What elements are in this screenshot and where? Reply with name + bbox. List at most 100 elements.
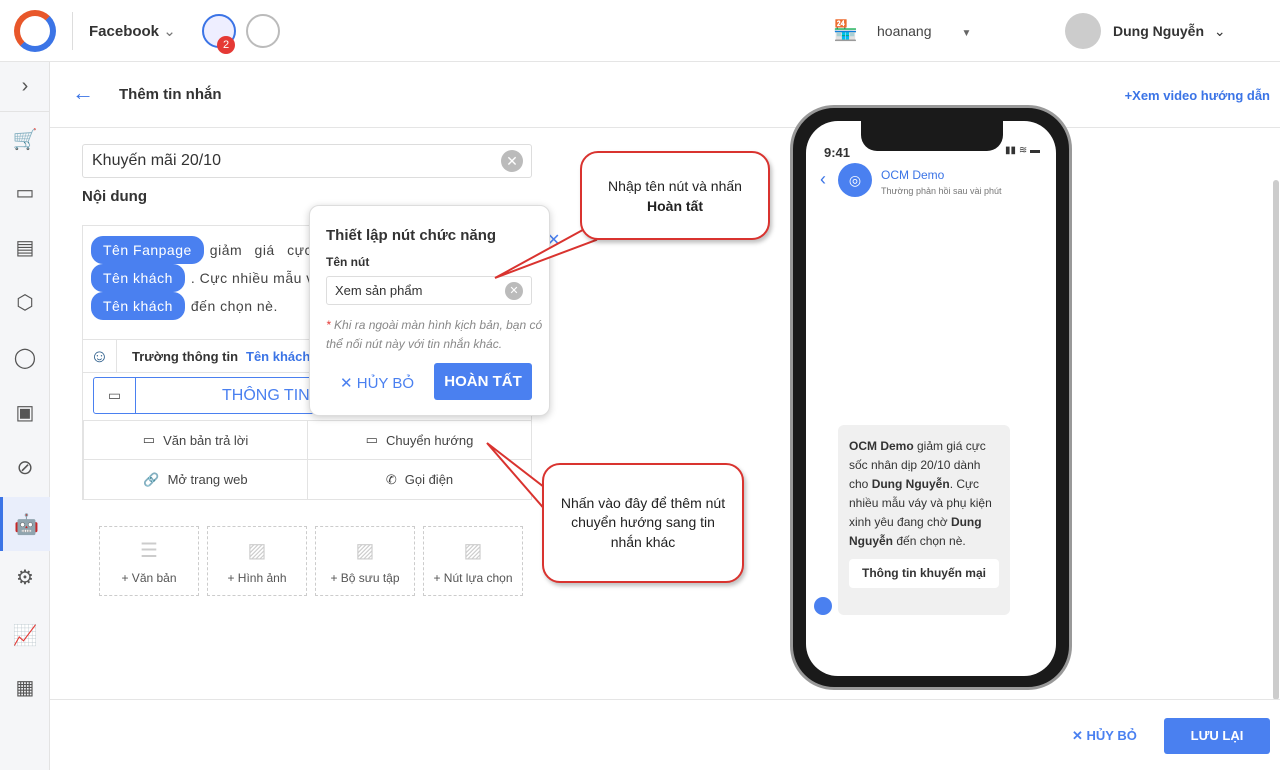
bot-icon[interactable]: 🤖 <box>0 497 50 551</box>
footer: ✕ HỦY BỎ LƯU LẠI <box>50 699 1280 770</box>
expand-chevron-icon[interactable]: › <box>0 62 50 112</box>
action-label: Chuyển hướng <box>385 432 474 448</box>
action-label: Gọi điện <box>404 472 454 487</box>
add-label: + Nút lựa chọn <box>433 570 513 585</box>
button-name-label: Tên nút <box>326 255 370 269</box>
field-label: Trường thông tin <box>132 349 239 364</box>
store-select[interactable]: hoanang ▼ <box>877 23 971 39</box>
action-reply-text[interactable]: ▭ Văn bản trả lời <box>83 420 308 460</box>
popup-note: * Khi ra ngoài màn hình kịch bản, bạn có… <box>326 318 543 351</box>
page-status: Thường phản hồi sau vài phút <box>881 186 1002 196</box>
popup-done-button[interactable]: HOÀN TẤT <box>434 363 532 400</box>
avatar[interactable] <box>1065 13 1101 49</box>
button-setup-popup: Thiết lập nút chức năng Tên nút Xem sản … <box>309 205 550 416</box>
variable-chip[interactable]: Tên Fanpage <box>91 236 204 264</box>
channel-label: Facebook <box>89 23 160 40</box>
top-bar: Facebook ⌄ 2 🏪 hoanang ▼ Dung Nguyễn ⌄ <box>0 0 1280 62</box>
chat-icon: ▭ <box>142 432 156 447</box>
image-icon: ▨ <box>463 539 483 562</box>
link-icon: 🔗 <box>143 471 160 487</box>
add-text-button[interactable]: ☰ + Văn bản <box>99 526 199 596</box>
button-name-input[interactable]: Xem sản phẩm ✕ <box>326 276 532 305</box>
clear-icon[interactable]: ✕ <box>505 282 523 300</box>
channel-select[interactable]: Facebook ⌄ <box>89 22 176 40</box>
phone-preview: 9:41 ▮▮ ≋ ▬ ‹ ◎ OCM Demo Thường phản hồi… <box>790 105 1072 690</box>
video-icon[interactable]: ▭ <box>0 167 50 217</box>
gear-icon[interactable]: ⚙ <box>0 552 50 602</box>
popup-cancel-button[interactable]: ✕ HỦY BỎ <box>340 374 414 392</box>
user-name: Dung Nguyễn <box>1113 23 1204 39</box>
popup-note-text: Khi ra ngoài màn hình kịch bản, bạn có t… <box>326 318 543 351</box>
chat-bubble: OCM Demo giảm giá cực sốc nhân dịp 20/10… <box>838 425 1010 615</box>
notification-badge: 2 <box>217 36 235 54</box>
add-gallery-button[interactable]: ▨ + Bộ sưu tập <box>315 526 415 596</box>
content-label: Nội dung <box>82 188 147 205</box>
bubble-text: đến chọn nè. <box>893 534 966 548</box>
text-icon: ☰ <box>140 539 158 562</box>
action-label: Văn bản trả lời <box>163 432 249 448</box>
cancel-button[interactable]: ✕ HỦY BỎ <box>1072 728 1137 744</box>
back-arrow-icon[interactable]: ← <box>72 80 94 106</box>
message-text-2: . Cực nhiều mẫu vá <box>190 270 323 286</box>
name-value: Khuyến mãi 20/10 <box>92 152 221 169</box>
emoji-icon[interactable]: ☺ <box>83 340 117 373</box>
popup-cancel-label: HỦY BỎ <box>356 375 414 392</box>
action-redirect[interactable]: ▭ Chuyển hướng <box>307 420 532 460</box>
box-icon[interactable]: ⬡ <box>0 277 50 327</box>
page-header: ← Thêm tin nhắn +Xem video hướng dẫn <box>50 62 1280 128</box>
button-name-value: Xem sản phẩm <box>335 283 423 298</box>
video-guide-label: Xem video hướng dẫn <box>1132 88 1270 103</box>
message-text-1: giảm giá cực <box>209 242 312 258</box>
variable-chip[interactable]: Tên khách <box>91 264 185 292</box>
app-logo[interactable] <box>14 10 56 52</box>
popup-title: Thiết lập nút chức năng <box>326 227 497 244</box>
phone-notch <box>861 121 1003 151</box>
action-open-web[interactable]: 🔗 Mở trang web <box>83 459 308 500</box>
chart-icon[interactable]: 📈 <box>0 610 50 660</box>
image-icon: ▨ <box>247 539 267 562</box>
variable-chip[interactable]: Tên khách <box>91 292 185 320</box>
page-name: OCM Demo <box>881 168 945 182</box>
caret-down-icon: ▼ <box>961 28 972 39</box>
report-icon[interactable]: ▦ <box>0 662 50 712</box>
add-label: + Văn bản <box>121 570 177 585</box>
callout-enter-name: Nhập tên nút và nhấn Hoàn tất <box>580 151 770 240</box>
user-menu[interactable]: Dung Nguyễn ⌄ <box>1113 23 1226 40</box>
back-chevron-icon: ‹ <box>820 169 826 189</box>
chevron-down-icon: ⌄ <box>163 23 176 40</box>
callout-text: Nhập tên nút và nhấn <box>608 178 742 194</box>
field-option[interactable]: Tên khách <box>246 349 310 364</box>
signal-icons: ▮▮ ≋ ▬ <box>1005 145 1040 156</box>
callout-redirect: Nhấn vào đây để thêm nút chuyển hướng sa… <box>542 463 744 583</box>
chevron-down-icon: ⌄ <box>1213 23 1226 39</box>
add-image-button[interactable]: ▨ + Hình ảnh <box>207 526 307 596</box>
bubble-button[interactable]: Thông tin khuyến mại <box>849 559 999 588</box>
bubble-bold: OCM Demo <box>849 439 914 453</box>
add-label: + Bộ sưu tập <box>330 570 400 585</box>
action-call[interactable]: ✆ Gọi điện <box>307 459 532 500</box>
message-text-3: đến chọn nè. <box>190 298 278 314</box>
action-label: Mở trang web <box>167 472 248 487</box>
phone-time: 9:41 <box>824 145 851 160</box>
messenger-icon[interactable]: ◯ <box>0 332 50 382</box>
sidebar: › 🛒 ▭ ▤ ⬡ ◯ ▣ ⊘ 🤖 ⚙ 📈 ▦ <box>0 62 50 770</box>
scrollbar[interactable] <box>1273 180 1279 700</box>
cancel-label: HỦY BỎ <box>1086 728 1137 743</box>
callout-text: Nhấn vào đây để thêm nút chuyển hướng sa… <box>560 494 726 550</box>
page-avatar: ◎ <box>838 163 872 197</box>
store-icon: 🏪 <box>833 20 858 42</box>
name-input[interactable]: Khuyến mãi 20/10 ✕ <box>82 144 532 178</box>
clear-icon[interactable]: ✕ <box>501 150 523 172</box>
cart-icon[interactable]: 🛒 <box>0 114 50 164</box>
shop-icon[interactable] <box>246 14 280 48</box>
save-button[interactable]: LƯU LẠI <box>1164 718 1270 754</box>
page-avatar-small <box>814 597 832 615</box>
form-icon[interactable]: ▣ <box>0 387 50 437</box>
store-label: hoanang <box>877 23 932 39</box>
chat-icon: ▭ <box>365 432 378 447</box>
video-guide-link[interactable]: +Xem video hướng dẫn <box>1125 88 1270 103</box>
add-quick-reply-button[interactable]: ▨ + Nút lựa chọn <box>423 526 523 596</box>
document-icon[interactable]: ▤ <box>0 222 50 272</box>
add-label: + Hình ảnh <box>227 570 287 585</box>
block-icon[interactable]: ⊘ <box>0 442 50 492</box>
